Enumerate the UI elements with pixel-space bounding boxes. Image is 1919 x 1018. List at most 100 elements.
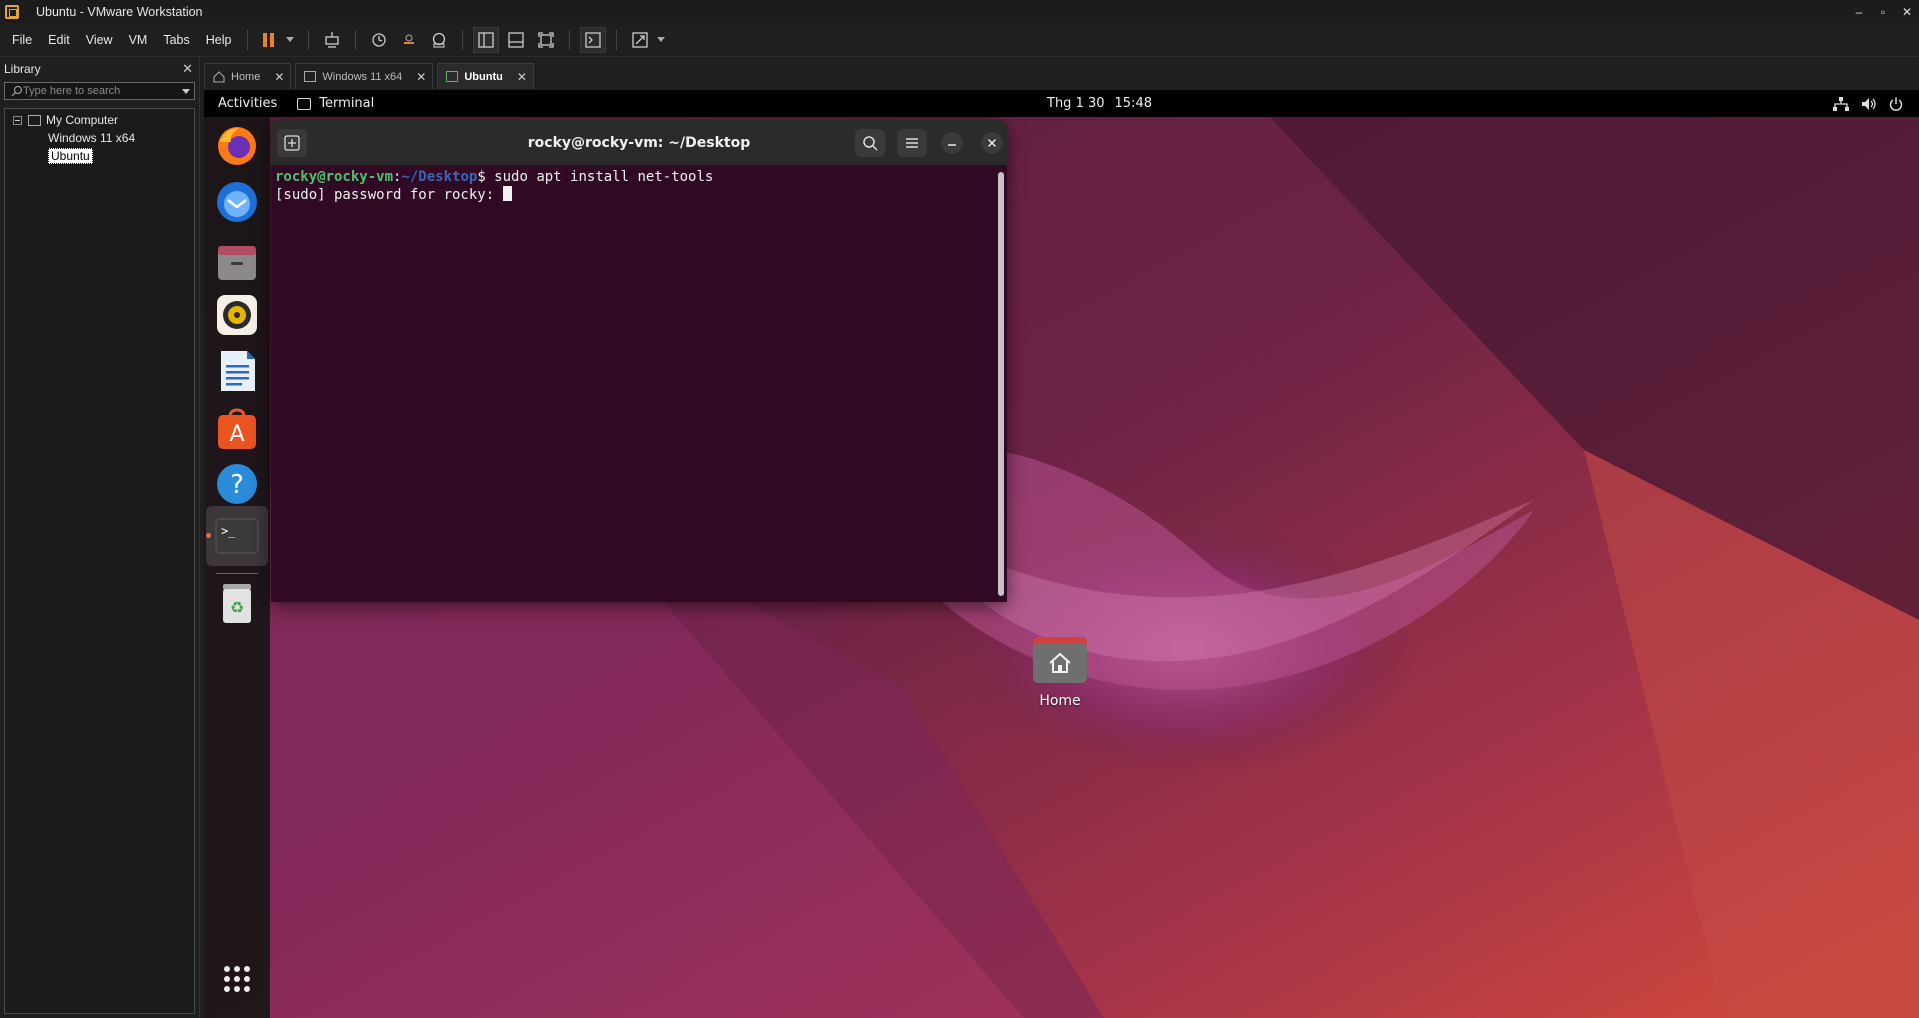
files-icon [218,246,256,280]
menu-toolbar: File Edit View VM Tabs Help [0,23,1919,57]
dock-help[interactable]: ? [215,462,259,506]
toolbar-divider [462,29,464,50]
menu-file[interactable]: File [0,33,40,47]
power-icon [1889,97,1903,111]
clock[interactable]: Thg 1 30 15:48 [1047,96,1152,111]
running-vm-icon [446,71,459,82]
volume-icon [1862,97,1876,110]
dock-ubuntu-software[interactable]: A [215,407,259,451]
text-cursor [502,186,512,201]
home-folder-label: Home [1039,693,1081,709]
app-center-icon: A [218,408,256,449]
sudo-prompt-line: [sudo] password for rocky: [275,187,503,203]
app-menu-label: Terminal [319,96,375,111]
stretch-dropdown-caret[interactable] [657,37,666,42]
terminal-window[interactable]: rocky@rocky-vm: ~/Desktop rocky@rocky-vm… [271,120,1007,602]
dock-terminal[interactable]: >_ [204,506,270,566]
toolbar-divider [616,29,618,50]
dock-thunderbird[interactable] [215,180,259,224]
pause-icon [263,32,275,47]
dock-firefox[interactable] [215,124,259,168]
svg-text:♻: ♻ [230,598,244,617]
tab-home[interactable]: Home ✕ [204,63,292,89]
close-icon [988,139,996,147]
close-tab-icon[interactable]: ✕ [274,70,284,84]
search-dropdown-icon[interactable] [182,89,190,94]
maximize-button[interactable]: ▫ [1871,0,1895,23]
tree-item-windows-11[interactable]: Windows 11 x64 [5,129,215,159]
terminal-output[interactable]: rocky@rocky-vm:~/Desktop$ sudo apt insta… [271,166,1007,204]
collapse-toggle-icon[interactable] [13,115,22,125]
svg-text:>_: >_ [221,524,236,538]
close-tab-icon[interactable]: ✕ [416,70,426,84]
pause-button[interactable] [256,27,282,53]
menu-help[interactable]: Help [198,33,240,47]
full-screen-icon [538,31,555,48]
vm-icon [304,71,317,82]
revert-snapshot-button[interactable] [396,27,422,53]
menu-vm[interactable]: VM [121,33,156,47]
terminal-close-button[interactable] [981,132,1003,154]
dock-rhythmbox[interactable] [215,293,259,337]
window-controls: – ▫ ✕ [1847,0,1919,23]
library-title: Library [4,62,41,76]
app-menu-terminal[interactable]: Terminal [297,96,374,111]
vm-tabs: Home ✕ Windows 11 x64 ✕ Ubuntu ✕ [204,63,538,89]
prompt-path: ~/Desktop [401,169,478,185]
snapshot-manager-icon [433,32,446,48]
tree-item-label: Ubuntu [48,148,93,164]
computer-icon [28,114,41,126]
full-screen-button[interactable] [533,27,559,53]
library-search[interactable] [4,82,195,100]
library-tree: My Computer Windows 11 x64 Ubuntu [4,108,215,1014]
library-search-input[interactable] [23,85,163,97]
stretch-icon [632,31,649,48]
tab-windows-11[interactable]: Windows 11 x64 ✕ [295,63,434,89]
menu-edit[interactable]: Edit [40,33,78,47]
close-library-icon[interactable]: ✕ [182,61,193,77]
minimize-button[interactable]: – [1847,0,1871,23]
svg-text:A: A [229,422,244,447]
terminal-minimize-button[interactable] [941,132,963,154]
terminal-scrollbar[interactable] [998,172,1004,596]
send-ctrl-alt-del-button[interactable] [319,27,345,53]
help-icon: ? [217,464,257,504]
show-applications-button[interactable] [215,957,259,1001]
dock-files[interactable] [215,240,259,284]
menu-tabs[interactable]: Tabs [155,33,197,47]
toolbar-divider [569,29,571,50]
take-snapshot-button[interactable] [366,27,392,53]
show-library-button[interactable] [473,26,500,53]
vmware-logo-icon [5,4,19,19]
dock-libreoffice-writer[interactable] [215,349,259,393]
close-window-button[interactable]: ✕ [1895,0,1919,23]
console-view-button[interactable] [580,26,607,53]
close-tab-icon[interactable]: ✕ [517,70,527,84]
system-tray[interactable] [1833,90,1903,117]
tree-item-my-computer[interactable]: My Computer [5,111,194,129]
toolbar-divider [247,29,249,50]
snapshot-manager-button[interactable] [426,27,452,53]
vm-display[interactable]: Activities Terminal Thg 1 30 15:48 A ? >… [204,90,1919,1018]
tree-item-ubuntu[interactable]: Ubuntu [5,147,215,165]
terminal-app-icon [297,97,312,110]
terminal-icon: >_ [215,518,259,554]
library-pane-icon [478,31,495,48]
dock-trash[interactable]: ♻ [215,582,259,626]
terminal-search-button[interactable] [855,129,885,157]
tab-label: Ubuntu [464,70,503,83]
power-dropdown-caret[interactable] [286,37,295,42]
activities-button[interactable]: Activities [218,96,277,111]
terminal-menu-button[interactable] [897,129,927,157]
stretch-guest-button[interactable] [627,27,653,53]
menu-view[interactable]: View [78,33,121,47]
title-bar: Ubuntu - VMware Workstation – ▫ ✕ [0,0,1919,23]
tab-ubuntu[interactable]: Ubuntu ✕ [437,63,534,89]
terminal-headerbar[interactable]: rocky@rocky-vm: ~/Desktop [271,120,1007,166]
thumbnail-bar-button[interactable] [503,27,529,53]
desktop-home-folder[interactable]: Home [1016,635,1104,709]
revert-snapshot-icon [404,33,415,44]
gnome-top-bar: Activities Terminal Thg 1 30 15:48 [204,90,1919,117]
tree-item-label: Windows 11 x64 [48,131,136,145]
tree-item-label: My Computer [46,113,119,127]
